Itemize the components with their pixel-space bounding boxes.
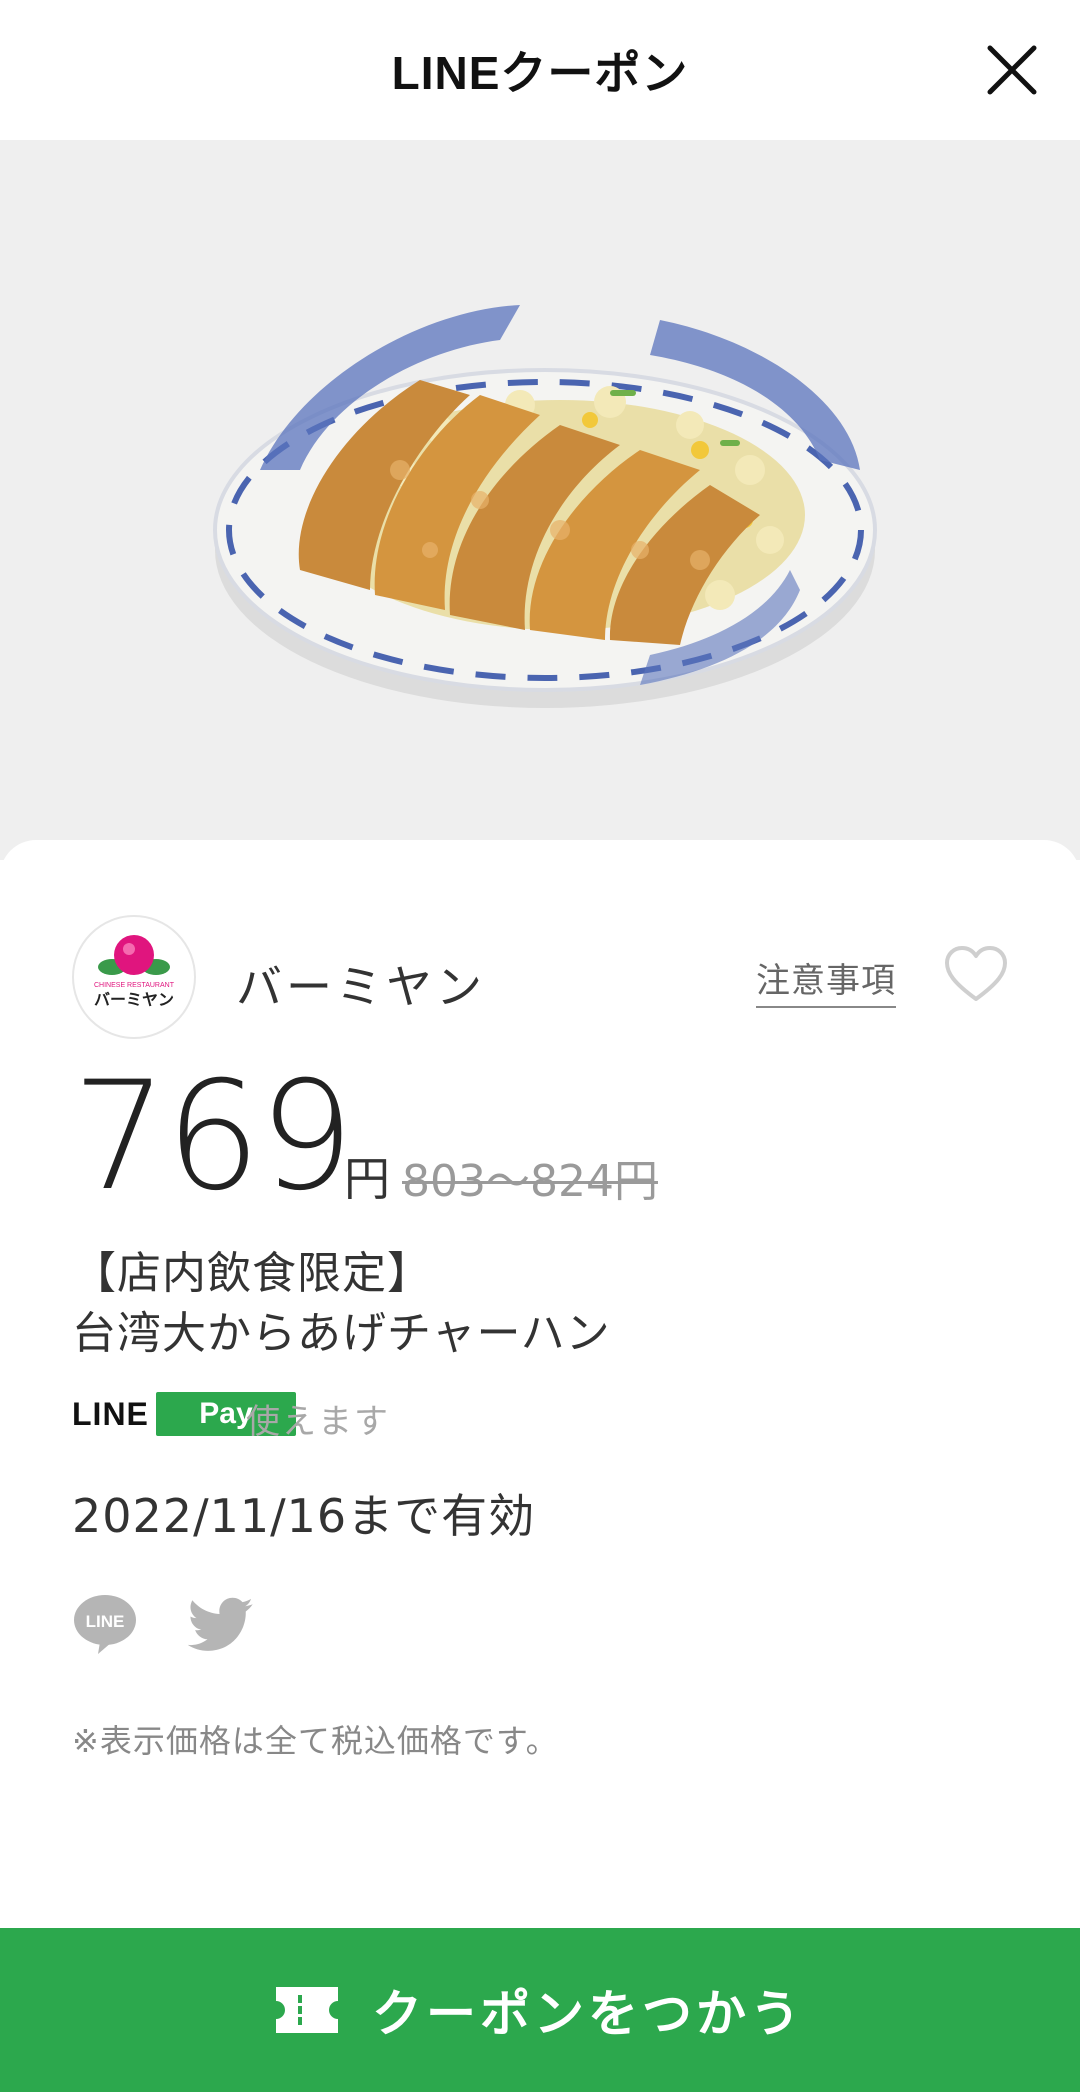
peach-logo-icon: CHINESE RESTAURANT バーミヤン xyxy=(94,935,175,1009)
twitter-icon xyxy=(187,1597,253,1651)
page-title: LINEクーポン xyxy=(391,47,689,99)
twitter-share-button[interactable] xyxy=(187,1596,254,1654)
logo-tagline: CHINESE RESTAURANT xyxy=(94,982,175,989)
linepay-status: 使えます xyxy=(246,1402,390,1442)
share-row: LINE xyxy=(72,1592,372,1662)
line-share-button[interactable]: LINE xyxy=(72,1592,138,1656)
close-icon xyxy=(987,45,1037,95)
coupon-title: 【店内飲食限定】 台湾大からあげチャーハン xyxy=(72,1244,611,1364)
original-price: 803〜824円 xyxy=(402,1156,658,1207)
linepay-availability: LINE Pay 使えます xyxy=(72,1392,672,1442)
fried-chicken-rice-plate-photo xyxy=(213,305,877,708)
favorite-button[interactable] xyxy=(944,945,1008,1005)
use-coupon-button[interactable]: クーポンをつかう xyxy=(0,1928,1080,2092)
linepay-logo-line: LINE xyxy=(72,1396,149,1432)
logo-wordmark: バーミヤン xyxy=(94,990,174,1009)
coupon-title-line2: 台湾大からあげチャーハン xyxy=(72,1308,611,1359)
notes-link[interactable]: 注意事項 xyxy=(756,953,896,1008)
shop-name: バーミヤン xyxy=(236,960,486,1014)
ticket-icon xyxy=(276,1987,338,2033)
coupon-title-line1: 【店内飲食限定】 xyxy=(72,1248,432,1299)
line-share-icon: LINE xyxy=(74,1595,136,1654)
shop-logo[interactable]: CHINESE RESTAURANT バーミヤン xyxy=(72,915,196,1039)
top-bar: LINEクーポン xyxy=(0,0,1080,140)
shop-header: CHINESE RESTAURANT バーミヤン バーミヤン 注意事項 xyxy=(72,915,1008,1041)
heart-icon xyxy=(945,946,1007,1001)
tax-note: ※表示価格は全て税込価格です。 xyxy=(72,1722,559,1760)
close-button[interactable] xyxy=(984,42,1040,98)
valid-until: 2022/11/16まで有効 xyxy=(72,1489,536,1543)
price-unit: 円 xyxy=(344,1152,390,1206)
line-share-icon-text: LINE xyxy=(86,1612,125,1631)
use-coupon-label: クーポンをつかう xyxy=(372,1985,804,2043)
coupon-image xyxy=(0,140,1080,860)
price-row: 769 円 803〜824円 xyxy=(72,1057,972,1225)
discount-price: 769 xyxy=(72,1050,354,1224)
coupon-detail-card: CHINESE RESTAURANT バーミヤン バーミヤン 注意事項 769 … xyxy=(0,840,1080,1930)
